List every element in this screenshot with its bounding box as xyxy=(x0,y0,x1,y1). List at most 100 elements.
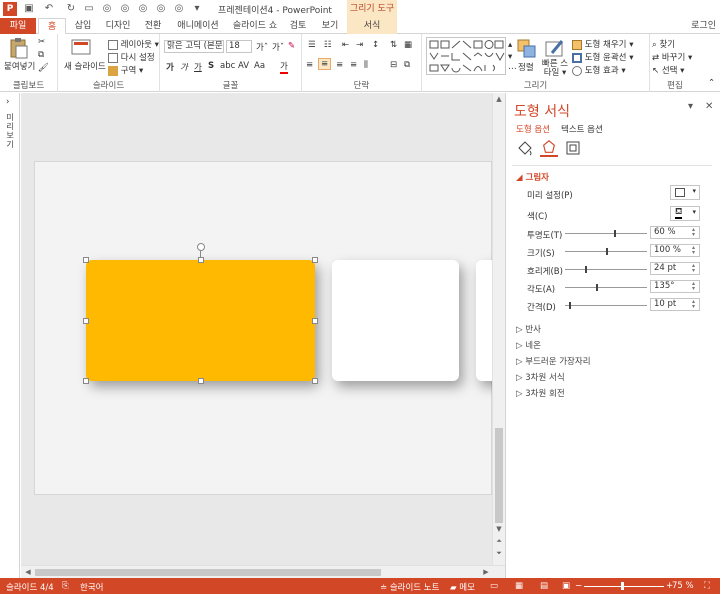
slide-editor[interactable] xyxy=(21,93,506,565)
columns-icon[interactable]: ⫼ xyxy=(364,60,368,70)
section-shadow[interactable]: ◢ 그림자 xyxy=(516,171,549,183)
shadow-preset-picker[interactable]: ▾ xyxy=(670,185,700,200)
angle-input[interactable]: 135° xyxy=(650,280,700,293)
zoom-slider[interactable] xyxy=(584,586,664,587)
blur-slider-knob[interactable] xyxy=(584,266,587,273)
reading-view-icon[interactable]: ▤ xyxy=(540,581,548,591)
customize-qat-icon[interactable]: ▾ xyxy=(190,2,204,16)
paste-button[interactable]: 붙여넣기 xyxy=(4,60,35,72)
rotation-handle-icon[interactable] xyxy=(197,243,205,251)
line-spacing-icon[interactable]: ↕ xyxy=(372,40,379,50)
text-direction-icon[interactable]: ⇅ xyxy=(390,40,397,50)
scroll-right-icon[interactable]: ▶ xyxy=(481,568,491,576)
resize-handle-se[interactable] xyxy=(312,378,318,384)
decrease-indent-icon[interactable]: ⇤ xyxy=(342,40,349,50)
qat-shape-icon-5[interactable]: ◎ xyxy=(172,2,186,16)
distance-input[interactable]: 10 pt xyxy=(650,298,700,311)
shape-outline-button[interactable]: 도형 윤곽선 ▾ xyxy=(572,51,633,63)
format-painter-icon[interactable]: 🖌 xyxy=(38,63,49,73)
undo-icon[interactable]: ↶ xyxy=(42,2,56,16)
slide-canvas[interactable] xyxy=(34,161,506,495)
arrange-button[interactable]: 정렬 xyxy=(518,61,534,73)
quick-styles-button[interactable]: 빠른 스타일 ▾ xyxy=(540,60,570,78)
justify-icon[interactable]: ≡ xyxy=(350,60,357,70)
align-right-icon[interactable]: ≡ xyxy=(336,60,343,70)
smartart-icon[interactable]: ▦ xyxy=(404,40,412,50)
vertical-scrollbar[interactable]: ▲ ▼ ⏶ ⏷ xyxy=(492,93,505,565)
numbering-icon[interactable]: ☷ xyxy=(324,40,332,50)
new-slide-icon[interactable] xyxy=(70,37,92,59)
notes-button[interactable]: ≐ 슬라이드 노트 xyxy=(380,581,439,593)
section-3d-format[interactable]: ▷ 3차원 서식 xyxy=(516,371,565,383)
expand-thumbnails-icon[interactable]: › xyxy=(6,97,9,107)
gallery-more-icon[interactable]: ⋯ xyxy=(508,64,517,74)
fit-slide-icon[interactable]: ⛶ xyxy=(704,581,710,591)
zoom-level[interactable]: 75 % xyxy=(672,581,694,591)
qat-shape-icon-4[interactable]: ◎ xyxy=(154,2,168,16)
previous-slide-icon[interactable]: ⏶ xyxy=(494,537,504,546)
replace-button[interactable]: ⇄ 바꾸기 ▾ xyxy=(652,51,692,63)
transparency-slider-knob[interactable] xyxy=(614,230,617,237)
font-name-select[interactable]: 맑은 고딕 (본문 xyxy=(164,40,224,53)
new-slide-button[interactable]: 새 슬라이드 xyxy=(64,60,106,72)
section-3d-rotation[interactable]: ▷ 3차원 회전 xyxy=(516,387,565,399)
transparency-input[interactable]: 60 % xyxy=(650,226,700,239)
redo-icon[interactable]: ↻ xyxy=(64,2,78,16)
fill-line-icon[interactable] xyxy=(516,139,534,157)
section-button[interactable]: 구역 ▾ xyxy=(108,64,143,76)
distance-slider[interactable] xyxy=(565,305,647,306)
angle-slider-knob[interactable] xyxy=(595,284,598,291)
resize-handle-nw[interactable] xyxy=(83,257,89,263)
zoom-slider-knob[interactable] xyxy=(621,582,624,590)
next-slide-icon[interactable]: ⏷ xyxy=(494,549,504,558)
distance-slider-knob[interactable] xyxy=(569,302,572,309)
resize-handle-n[interactable] xyxy=(198,257,204,263)
font-size-select[interactable]: 18 xyxy=(226,40,252,53)
tab-view[interactable]: 보기 xyxy=(314,18,346,34)
qat-shape-icon-3[interactable]: ◎ xyxy=(136,2,150,16)
section-soft-edges[interactable]: ▷ 부드러운 가장자리 xyxy=(516,355,591,367)
strikethrough-icon[interactable]: abc xyxy=(220,61,235,71)
bold-icon[interactable]: 가 xyxy=(166,61,174,73)
tab-text-options[interactable]: 텍스트 옵션 xyxy=(561,123,603,135)
resize-handle-e[interactable] xyxy=(312,318,318,324)
scroll-up-icon[interactable]: ▲ xyxy=(494,95,504,103)
tab-review[interactable]: 검토 xyxy=(284,18,312,34)
blur-input[interactable]: 24 pt xyxy=(650,262,700,275)
pane-close-icon[interactable]: ✕ xyxy=(705,101,713,112)
comments-button[interactable]: ▰ 메모 xyxy=(450,581,475,593)
tab-format[interactable]: 서식 xyxy=(347,18,397,34)
white-rectangle-shape-1[interactable] xyxy=(332,260,459,381)
layout-button[interactable]: 레이아웃 ▾ xyxy=(108,38,159,50)
shape-fill-button[interactable]: 도형 채우기 ▾ xyxy=(572,38,633,50)
copy-icon[interactable]: ⧉ xyxy=(38,50,44,60)
thumbnail-pane-collapsed[interactable]: › 미리보기 xyxy=(0,93,20,578)
blur-slider[interactable] xyxy=(565,269,647,270)
zoom-out-icon[interactable]: − xyxy=(575,581,582,591)
shadow-text-icon[interactable]: S xyxy=(208,61,214,71)
align-left-icon[interactable]: ≡ xyxy=(306,60,313,70)
slide-sorter-icon[interactable]: ▦ xyxy=(515,581,523,591)
shrink-font-icon[interactable]: 가ˇ xyxy=(272,41,284,53)
select-button[interactable]: ↖ 선택 ▾ xyxy=(652,64,684,76)
tab-file[interactable]: 파일 xyxy=(0,18,36,34)
horizontal-scroll-thumb[interactable] xyxy=(35,569,381,576)
effects-icon[interactable] xyxy=(540,139,558,157)
horizontal-scrollbar[interactable]: ◀ ▶ xyxy=(21,565,505,578)
find-button[interactable]: ⌕ 찾기 xyxy=(652,38,675,50)
size-input[interactable]: 100 % xyxy=(650,244,700,257)
tab-slideshow[interactable]: 슬라이드 쇼 xyxy=(228,18,282,34)
tab-animations[interactable]: 애니메이션 xyxy=(170,18,226,34)
quick-styles-icon[interactable] xyxy=(544,38,566,60)
change-case-icon[interactable]: Aa xyxy=(254,61,265,71)
char-spacing-icon[interactable]: AV xyxy=(238,61,249,71)
transparency-slider[interactable] xyxy=(565,233,647,234)
align-center-icon[interactable]: ≡ xyxy=(318,58,332,70)
vertical-scroll-thumb[interactable] xyxy=(495,428,503,523)
spellcheck-icon[interactable]: ⎘ xyxy=(62,581,69,591)
resize-handle-ne[interactable] xyxy=(312,257,318,263)
italic-icon[interactable]: 가 xyxy=(180,61,188,73)
font-color-icon[interactable]: 가 xyxy=(280,60,288,74)
pane-options-icon[interactable]: ▾ xyxy=(688,101,693,112)
angle-slider[interactable] xyxy=(565,287,647,288)
